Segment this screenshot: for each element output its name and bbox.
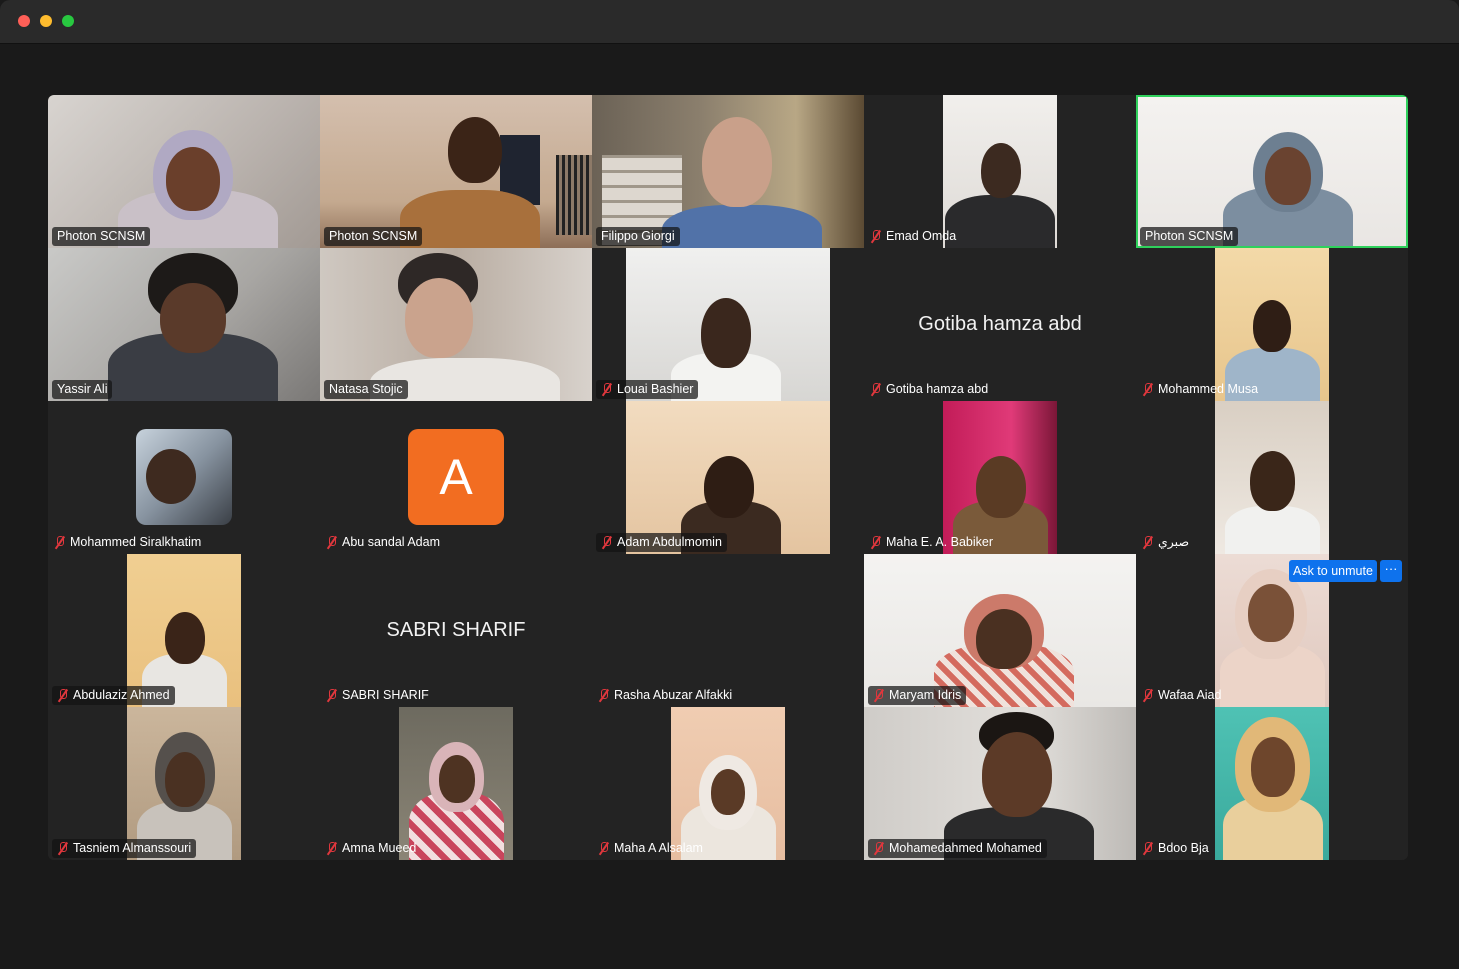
title-bar (0, 0, 1459, 44)
participant-tile-active-speaker[interactable]: Photon SCNSM (1136, 95, 1408, 248)
participant-name-label: Maha A Alsalam (596, 839, 708, 858)
more-options-button[interactable]: ··· (1380, 560, 1402, 582)
participant-tile[interactable]: Amna Mueed (320, 707, 592, 860)
participant-name-label: Abu sandal Adam (324, 533, 445, 552)
participant-name-label: Rasha Abuzar Alfakki (596, 686, 737, 705)
participant-tile[interactable]: Bdoo Bja (1136, 707, 1408, 860)
participant-name-label: Maha E. A. Babiker (868, 533, 998, 552)
participant-video (127, 554, 241, 707)
participant-name-label: Gotiba hamza abd (868, 380, 993, 399)
profile-avatar-letter: A (408, 429, 504, 525)
participant-tile[interactable]: Filippo Giorgi (592, 95, 864, 248)
microphone-muted-icon (601, 536, 613, 549)
participant-name-label: Emad Omda (868, 227, 961, 246)
participant-name-label: Photon SCNSM (324, 227, 423, 246)
participant-video (943, 95, 1057, 248)
microphone-muted-icon (1142, 536, 1154, 549)
microphone-muted-icon (1142, 383, 1154, 396)
participant-name-label: SABRI SHARIF (324, 686, 434, 705)
minimize-window-button[interactable] (40, 15, 52, 27)
participant-name-label: Natasa Stojic (324, 380, 408, 399)
participant-video (671, 707, 785, 860)
microphone-muted-icon (326, 536, 338, 549)
microphone-muted-icon (326, 689, 338, 702)
participant-video (48, 248, 320, 401)
microphone-muted-icon (598, 842, 610, 855)
participant-name-label: Amna Mueed (324, 839, 421, 858)
participant-tile-video-off[interactable]: Rasha Abuzar Alfakki (592, 554, 864, 707)
participant-video (864, 554, 1136, 707)
participant-tile[interactable]: Mohamedahmed Mohamed (864, 707, 1136, 860)
participant-name-label: Louai Bashier (596, 380, 699, 399)
participant-video (626, 401, 830, 554)
participant-name-label: Adam Abdulmomin (596, 533, 727, 552)
participant-name-label: Abdulaziz Ahmed (52, 686, 175, 705)
microphone-muted-icon (57, 689, 69, 702)
participant-tile[interactable]: Photon SCNSM (320, 95, 592, 248)
participant-tile[interactable]: Maryam Idris (864, 554, 1136, 707)
microphone-muted-icon (1142, 842, 1154, 855)
participant-name-label: Photon SCNSM (1140, 227, 1239, 246)
participant-tile[interactable]: Emad Omda (864, 95, 1136, 248)
participant-tile[interactable]: Yassir Ali (48, 248, 320, 401)
video-off-name: Gotiba hamza abd (918, 313, 1082, 335)
participant-tile[interactable]: Mohammed Musa (1136, 248, 1408, 401)
participant-video (127, 707, 241, 860)
participant-name-label: Filippo Giorgi (596, 227, 680, 246)
microphone-muted-icon (870, 230, 882, 243)
profile-avatar (136, 429, 232, 525)
participant-name-label: Maryam Idris (868, 686, 967, 705)
participant-video (399, 707, 513, 860)
participant-video (1215, 401, 1329, 554)
participant-video (1138, 97, 1406, 246)
participant-tile-video-off[interactable]: SABRI SHARIF SABRI SHARIF (320, 554, 592, 707)
participant-tile[interactable]: Maha A Alsalam (592, 707, 864, 860)
close-window-button[interactable] (18, 15, 30, 27)
microphone-muted-icon (870, 383, 882, 396)
participant-name-label: Mohammed Siralkhatim (52, 533, 206, 552)
video-off-name: SABRI SHARIF (386, 619, 526, 641)
ask-to-unmute-button[interactable]: Ask to unmute (1289, 560, 1377, 582)
participant-tile[interactable]: صبري (1136, 401, 1408, 554)
participant-video (320, 248, 592, 401)
microphone-muted-icon (54, 536, 66, 549)
participant-tile[interactable]: Photon SCNSM (48, 95, 320, 248)
participant-video (592, 95, 864, 248)
participant-tile-video-off[interactable]: Gotiba hamza abd Gotiba hamza abd (864, 248, 1136, 401)
participant-video (864, 707, 1136, 860)
zoom-window: Photon SCNSM Photon SCNSM Filippo Giorgi (0, 0, 1459, 969)
participant-name-label: صبري (1140, 533, 1194, 552)
microphone-muted-icon (870, 536, 882, 549)
participant-tile[interactable]: Abdulaziz Ahmed (48, 554, 320, 707)
participant-video (1215, 248, 1329, 401)
participant-name-label: Wafaa Aiad (1140, 686, 1226, 705)
microphone-muted-icon (326, 842, 338, 855)
participant-tile[interactable]: Tasniem Almanssouri (48, 707, 320, 860)
participant-name-label: Mohammed Musa (1140, 380, 1263, 399)
participant-name-label: Photon SCNSM (52, 227, 151, 246)
participant-video (48, 95, 320, 248)
participant-name-label: Bdoo Bja (1140, 839, 1214, 858)
participant-tile[interactable]: Maha E. A. Babiker (864, 401, 1136, 554)
participant-tile[interactable]: Adam Abdulmomin (592, 401, 864, 554)
microphone-muted-icon (1142, 689, 1154, 702)
participant-video (1215, 707, 1329, 860)
participant-tile-video-off[interactable]: Mohammed Siralkhatim (48, 401, 320, 554)
participant-name-label: Tasniem Almanssouri (52, 839, 197, 858)
gallery-view: Photon SCNSM Photon SCNSM Filippo Giorgi (48, 95, 1408, 860)
participant-tile-video-off[interactable]: A Abu sandal Adam (320, 401, 592, 554)
microphone-muted-icon (57, 842, 69, 855)
microphone-muted-icon (873, 842, 885, 855)
participant-video (320, 95, 592, 248)
microphone-muted-icon (873, 689, 885, 702)
participant-video (943, 401, 1057, 554)
participant-tile[interactable]: Louai Bashier (592, 248, 864, 401)
microphone-muted-icon (601, 383, 613, 396)
microphone-muted-icon (598, 689, 610, 702)
maximize-window-button[interactable] (62, 15, 74, 27)
participant-video (626, 248, 830, 401)
participant-tile[interactable]: Natasa Stojic (320, 248, 592, 401)
participant-name-label: Yassir Ali (52, 380, 113, 399)
participant-name-label: Mohamedahmed Mohamed (868, 839, 1047, 858)
